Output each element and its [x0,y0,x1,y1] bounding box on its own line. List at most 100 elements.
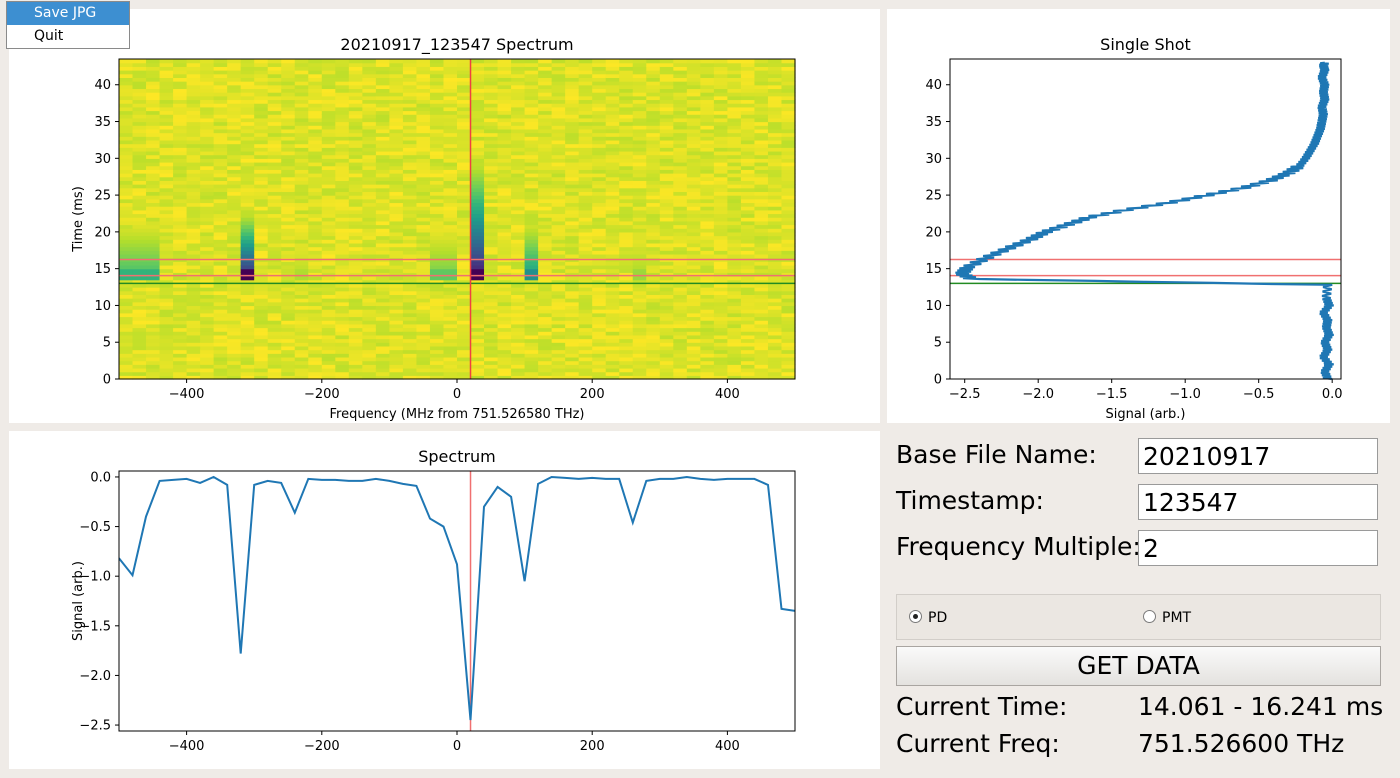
heatmap-cell [740,316,756,321]
heatmap-cell [673,250,688,255]
heatmap-cell [254,353,269,358]
heatmap-cell [173,165,188,170]
heatmap-cell [673,209,688,215]
heatmap-cell [267,158,282,163]
heatmap-cell [673,367,688,373]
heatmap-cell [781,239,796,244]
heatmap-cell [402,176,418,181]
frequency-multiple-input[interactable]: 2 [1138,530,1378,566]
heatmap-cell [700,176,715,181]
heatmap-cell [632,184,647,189]
heatmap-cell [767,173,783,178]
heatmap-cell [470,316,485,321]
heatmap-cell [673,264,688,270]
heatmap-cell [443,220,458,226]
heatmap-cell [619,180,634,185]
heatmap-cell [389,70,404,75]
heatmap-cell [159,239,174,244]
heatmap-cell [754,349,769,354]
heatmap-cell [362,309,377,314]
heatmap-cell [470,84,485,90]
radio-pd[interactable]: PD [909,609,947,626]
heatmap-cell [443,187,458,193]
heatmap-cell [727,59,742,64]
timestamp-input[interactable]: 123547 [1138,484,1378,520]
menu-item-quit[interactable]: Quit [7,25,129,48]
heatmap-cell [335,353,350,358]
heatmap-cell [781,305,796,310]
heatmap-cell [781,103,796,108]
heatmap-cell [200,367,215,373]
heatmap-cell [727,220,742,226]
heatmap-cell [497,84,512,90]
heatmap-cell [443,114,458,119]
heatmap-cell [416,213,431,218]
heatmap-cell [727,184,742,189]
heatmap-cell [227,235,242,240]
heatmap-cell [605,276,620,281]
heatmap-cell [700,92,715,97]
heatmap-cell [740,353,756,358]
heatmap-cell [321,70,336,75]
y-tick-label: 40 [94,78,111,93]
heatmap-cell [551,309,566,314]
radio-pmt-indicator[interactable] [1143,610,1156,623]
heatmap-cell [254,334,269,340]
heatmap-cell [578,360,593,365]
get-data-button[interactable]: GET DATA [896,646,1381,686]
heatmap-cell [159,338,174,343]
heatmap-cell [781,345,796,351]
heatmap-cell [416,353,431,358]
single-shot-chart[interactable]: −2.5 −2.0 −1.5 −1.0 −0.5 0.00510152025303540S… [887,9,1390,423]
heatmap-cell [119,121,134,126]
heatmap-cell [416,147,431,152]
heatmap-cell [659,327,674,332]
heatmap-cell [740,195,756,200]
heatmap-cell [146,88,161,93]
spectrum-chart[interactable]: −400 −200 0 200 4000.0−0.5−1.0−1.5−2.0−2.5Sp… [9,431,880,769]
heatmap-cell [781,99,796,104]
radio-pd-indicator[interactable] [909,610,922,623]
heatmap-cell [511,62,526,67]
heatmap-cell [781,276,796,281]
heatmap-cell [186,84,201,90]
heatmap-cell [700,305,715,310]
heatmap-cell [659,121,674,126]
heatmap-cell [727,187,742,193]
heatmap-cell [227,264,242,270]
heatmap-cell [213,316,228,321]
heatmap-cell [619,198,634,204]
spectrogram-chart[interactable]: −400 −200 0 200 400051015202530354020210917_… [9,9,880,423]
heatmap-cell [727,264,742,270]
heatmap-cell [740,228,756,233]
heatmap-cell [146,103,161,108]
heatmap-cell [754,81,769,86]
heatmap-cell [578,110,593,115]
radio-pmt[interactable]: PMT [1143,609,1191,626]
heatmap-cell [605,169,620,174]
heatmap-cell [619,228,634,233]
heatmap-cell [511,59,526,64]
heatmap-cell [227,70,242,75]
heatmap-cell [267,150,282,156]
heatmap-cell [619,301,634,307]
heatmap-cell [767,305,783,310]
heatmap-cell [767,106,783,112]
base-file-name-input[interactable]: 20210917 [1138,438,1378,474]
heatmap-cell [362,132,377,137]
heatmap-cell [254,195,269,200]
heatmap-cell [619,209,634,215]
menu-item-save-jpg[interactable]: Save JPG [7,2,129,25]
heatmap-cell [578,99,593,104]
heatmap-cell [227,81,242,86]
heatmap-cell [727,276,742,281]
heatmap-cell [294,70,309,75]
heatmap-cell [308,84,323,90]
heatmap-cell [592,264,607,270]
heatmap-cell [119,250,134,255]
heatmap-cell [646,309,661,314]
heatmap-cell [348,147,363,152]
heatmap-cell [200,70,215,75]
heatmap-cell [416,73,431,78]
heatmap-cell [186,320,201,325]
